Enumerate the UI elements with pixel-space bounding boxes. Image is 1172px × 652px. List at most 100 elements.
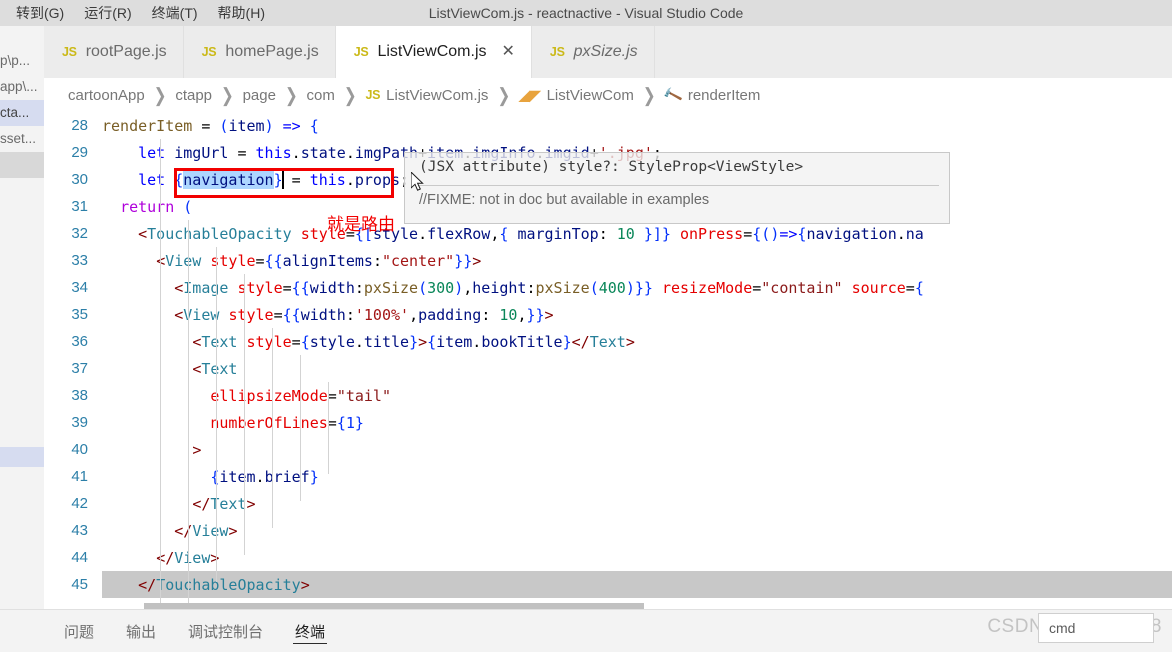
line-number: 36 <box>71 333 88 350</box>
code-content: <View style={{width:'100%',padding: 10,}… <box>174 305 554 324</box>
menu-item-run[interactable]: 运行(R) <box>74 1 141 25</box>
list-item[interactable]: cta... <box>0 100 44 126</box>
tab-label: ListViewCom.js <box>377 43 487 60</box>
breadcrumb-method-label: renderItem <box>687 86 761 104</box>
tab-label: pxSize.js <box>573 43 638 60</box>
list-item-placeholder <box>0 152 44 178</box>
code-line[interactable]: 37 <Text <box>44 355 1172 382</box>
breadcrumb-item-method[interactable]: 🔨 renderItem <box>662 84 762 106</box>
indent-guide <box>328 382 329 474</box>
hover-documentation: //FIXME: not in doc but available in exa… <box>419 192 710 208</box>
code-line[interactable]: 28 renderItem = (item) => { <box>44 112 1172 139</box>
code-line[interactable]: 41 {item.brief} <box>44 463 1172 490</box>
panel-tab-terminal[interactable]: 终端 <box>293 610 328 652</box>
chevron-right-icon: ❯ <box>497 85 511 107</box>
code-content: {item.brief} <box>210 467 319 486</box>
breadcrumb-item-cartoonApp[interactable]: cartoonApp <box>66 87 147 104</box>
list-item[interactable]: p\p... <box>0 48 44 74</box>
code-line[interactable]: 33 <View style={{alignItems:"center"}}> <box>44 247 1172 274</box>
line-number: 39 <box>71 414 88 431</box>
code-content: </Text> <box>192 494 256 513</box>
line-number: 29 <box>71 144 88 161</box>
chevron-right-icon: ❯ <box>284 85 298 107</box>
tab-rootPage-js[interactable]: JS rootPage.js <box>44 26 184 78</box>
chevron-right-icon: ❯ <box>642 85 656 107</box>
code-line[interactable]: 40 > <box>44 436 1172 463</box>
close-icon[interactable]: ✕ <box>502 44 515 60</box>
selected-token: navigation <box>183 171 274 189</box>
code-line[interactable]: 43 </View> <box>44 517 1172 544</box>
breadcrumb-item-page[interactable]: page <box>241 87 278 104</box>
tab-strip-empty-area <box>654 26 1172 78</box>
tab-pxSize-js[interactable]: JS pxSize.js <box>531 26 655 78</box>
menu-item-help[interactable]: 帮助(H) <box>208 1 275 25</box>
tab-label: rootPage.js <box>85 43 167 60</box>
line-number: 44 <box>71 549 88 566</box>
line-number: 30 <box>71 171 88 188</box>
code-line[interactable]: 32 <TouchableOpacity style={[style.flexR… <box>44 220 1172 247</box>
line-number: 37 <box>71 360 88 377</box>
indent-guide <box>300 355 301 501</box>
chevron-right-icon: ❯ <box>221 85 234 107</box>
code-line[interactable]: 39 numberOfLines={1} <box>44 409 1172 436</box>
panel-tab-list: 问题 输出 调试控制台 终端 <box>62 610 328 652</box>
menu-item-terminal[interactable]: 终端(T) <box>142 1 208 25</box>
code-line[interactable]: 42 </Text> <box>44 490 1172 517</box>
annotation-note: 就是路由 <box>327 215 395 235</box>
breadcrumb-item-ctapp[interactable]: ctapp <box>173 87 214 104</box>
line-number: 34 <box>71 279 88 296</box>
code-line-active[interactable]: 45 </TouchableOpacity> <box>44 571 1172 598</box>
code-content: <Image style={{width:pxSize(300),height:… <box>174 278 924 297</box>
code-content: numberOfLines={1} <box>210 413 364 432</box>
left-side-panel[interactable]: p\p... app\... cta... sset... <box>0 26 45 609</box>
list-item[interactable]: app\... <box>0 74 44 100</box>
js-file-icon: JS <box>201 45 217 59</box>
breadcrumb: cartoonApp ❯ ctapp ❯ page ❯ com ❯ JS Lis… <box>44 78 1172 112</box>
breadcrumb-item-com[interactable]: com <box>305 87 337 104</box>
code-content: > <box>192 440 202 459</box>
line-number: 28 <box>71 117 88 134</box>
hover-signature: (JSX attribute) style?: StyleProp<ViewSt… <box>419 159 804 175</box>
terminal-shell-select[interactable]: cmd <box>1038 613 1154 643</box>
code-line[interactable]: 34 <Image style={{width:pxSize(300),heig… <box>44 274 1172 301</box>
hover-tooltip: (JSX attribute) style?: StyleProp<ViewSt… <box>404 152 950 224</box>
panel-tab-problems[interactable]: 问题 <box>62 610 96 652</box>
line-number: 45 <box>71 576 88 593</box>
code-content: <View style={{alignItems:"center"}}> <box>156 251 482 270</box>
indent-guide <box>188 220 189 609</box>
class-icon: ◢◤ <box>519 86 541 103</box>
code-content: </View> <box>174 521 238 540</box>
panel-tab-output[interactable]: 输出 <box>124 610 158 652</box>
panel-tab-debug-console[interactable]: 调试控制台 <box>186 610 265 652</box>
js-file-icon: JS <box>365 88 381 102</box>
line-number: 35 <box>71 306 88 323</box>
code-line[interactable]: 38 ellipsizeMode="tail" <box>44 382 1172 409</box>
line-number: 31 <box>71 198 88 215</box>
code-content: </View> <box>156 548 220 567</box>
list-item[interactable]: sset... <box>0 126 44 152</box>
list-selection-marker <box>0 447 44 467</box>
js-file-icon: JS <box>353 45 369 59</box>
vscode-window: 转到(G) 运行(R) 终端(T) 帮助(H) ListViewCom.js -… <box>0 0 1172 652</box>
indent-guide <box>160 139 161 609</box>
code-content: <Text style={style.title}>{item.bookTitl… <box>192 332 635 351</box>
menu-bar: 转到(G) 运行(R) 终端(T) 帮助(H) <box>6 1 275 25</box>
editor-tab-strip: JS rootPage.js JS homePage.js JS ListVie… <box>44 26 1172 78</box>
menu-item-goto[interactable]: 转到(G) <box>6 1 74 25</box>
breadcrumb-item-file[interactable]: JS ListViewCom.js <box>363 87 490 104</box>
line-number: 43 <box>71 522 88 539</box>
line-number: 40 <box>71 441 88 458</box>
code-line[interactable]: 44 </View> <box>44 544 1172 571</box>
breadcrumb-file-label: ListViewCom.js <box>386 86 489 104</box>
method-icon: 🔨 <box>662 84 684 106</box>
code-line[interactable]: 36 <Text style={style.title}>{item.bookT… <box>44 328 1172 355</box>
tab-ListViewCom-js[interactable]: JS ListViewCom.js ✕ <box>335 26 532 78</box>
code-content: ellipsizeMode="tail" <box>210 386 391 405</box>
tab-homePage-js[interactable]: JS homePage.js <box>183 26 336 78</box>
line-number: 32 <box>71 225 88 242</box>
tab-label: homePage.js <box>225 43 319 60</box>
code-line[interactable]: 35 <View style={{width:'100%',padding: 1… <box>44 301 1172 328</box>
indent-guide <box>216 247 217 582</box>
chevron-right-icon: ❯ <box>153 85 167 107</box>
breadcrumb-item-class[interactable]: ◢◤ ListViewCom <box>517 87 636 104</box>
